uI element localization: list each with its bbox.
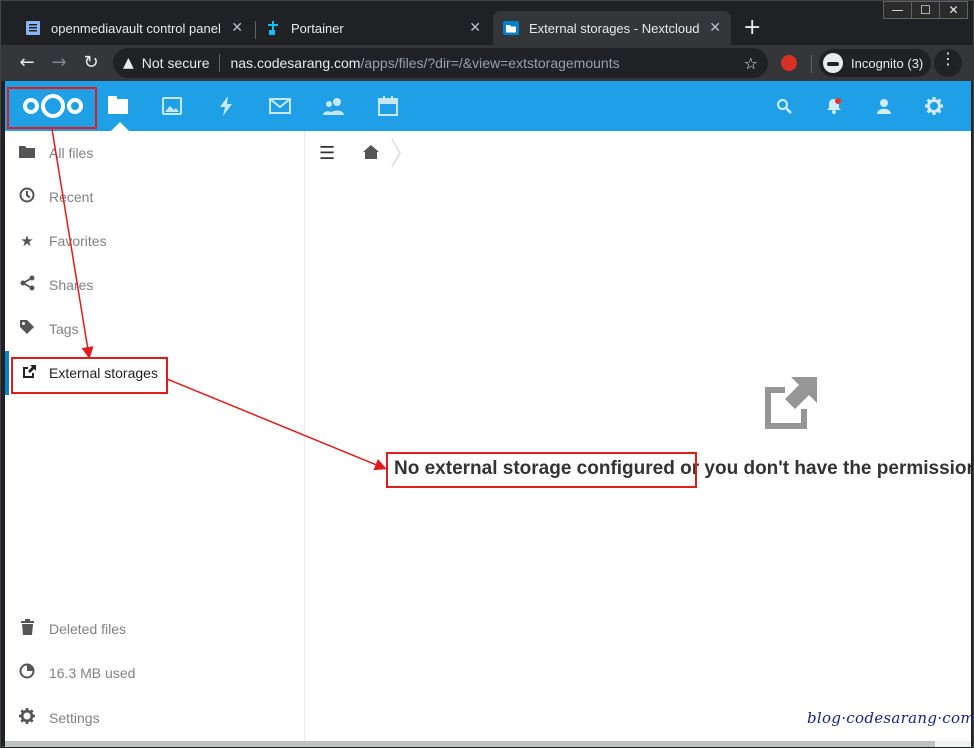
tab-label: External storages - Nextcloud (529, 20, 700, 36)
nextcloud-header (5, 81, 971, 131)
close-tab-icon[interactable]: ✕ (231, 20, 243, 36)
warning-icon[interactable]: ▲ (123, 55, 134, 71)
sidebar-item-label: All files (49, 145, 94, 161)
logo-ring (41, 94, 65, 118)
sidebar-item-shares[interactable]: Shares (5, 263, 304, 307)
photos-app-icon[interactable] (161, 95, 183, 117)
contacts-app-icon[interactable] (323, 95, 345, 117)
breadcrumb-chevron-icon (391, 139, 401, 167)
notification-dot (835, 98, 841, 104)
sidebar-item-favorites[interactable]: ★ Favorites (5, 219, 304, 263)
omnibox-divider (219, 54, 221, 72)
files-content: ☰ No external storage configured or you … (305, 131, 971, 741)
nextcloud-logo[interactable] (13, 90, 93, 122)
sidebar-item-recent[interactable]: Recent (5, 175, 304, 219)
folder-icon (5, 144, 49, 162)
toolbar-divider (811, 55, 812, 73)
tab-label: openmediavault control panel - c (51, 20, 226, 36)
mail-app-icon[interactable] (269, 95, 291, 117)
sidebar-item-label: Deleted files (49, 621, 127, 637)
sidebar-item-label: Tags (49, 321, 79, 337)
pie-chart-icon (5, 663, 49, 683)
back-button[interactable]: ← (13, 49, 41, 77)
active-app-indicator (111, 122, 129, 131)
sidebar-item-label: Favorites (49, 233, 107, 249)
close-tab-icon[interactable]: ✕ (469, 20, 481, 36)
star-icon: ★ (20, 232, 34, 250)
tab-openmediavault[interactable]: openmediavault control panel - c ✕ (15, 11, 253, 45)
empty-state-rest: or you don't have the permission to conf… (680, 458, 971, 479)
trash-icon (5, 619, 49, 639)
activity-app-icon[interactable] (215, 95, 237, 117)
search-icon[interactable] (773, 95, 795, 117)
incognito-badge[interactable]: Incognito (3) (819, 49, 932, 77)
contacts-menu-icon[interactable] (873, 95, 895, 117)
sidebar-item-label: External storages (49, 365, 158, 381)
tab-label: Portainer (291, 20, 344, 36)
tag-icon (5, 319, 49, 339)
tab-portainer[interactable]: Portainer ✕ (255, 11, 491, 45)
sidebar-item-external-storages[interactable]: External storages (5, 351, 304, 395)
share-icon (5, 275, 49, 295)
files-sidebar: All files Recent ★ Favorites Shares Tags (5, 131, 305, 741)
settings-gear-icon[interactable] (923, 95, 945, 117)
watermark: blog·codesarang·com (807, 709, 974, 727)
empty-state-highlight: No external storage configured (394, 458, 675, 479)
scrollbar-thumb[interactable] (5, 741, 935, 747)
url-host[interactable]: nas.codesarang.com (230, 55, 360, 71)
reload-button[interactable]: ↻ (77, 49, 105, 77)
close-tab-icon[interactable]: ✕ (709, 20, 721, 36)
sidebar-item-deleted-files[interactable]: Deleted files (5, 607, 304, 651)
external-storage-empty-icon (765, 377, 817, 429)
sidebar-item-settings[interactable]: Settings (5, 696, 304, 740)
files-app-icon[interactable] (107, 95, 129, 117)
external-link-icon (9, 364, 49, 383)
folder-icon (503, 21, 519, 35)
empty-state-message: No external storage configured or you do… (394, 458, 971, 480)
portainer-icon (268, 21, 278, 35)
bookmark-star-icon[interactable]: ☆ (744, 54, 758, 73)
url-path[interactable]: /apps/files/?dir=/&view=extstoragemounts (360, 55, 619, 71)
tab-nextcloud[interactable]: External storages - Nextcloud ✕ (493, 11, 731, 45)
sidebar-item-label: Recent (49, 189, 94, 205)
incognito-label: Incognito (3) (851, 55, 924, 71)
tab-strip: openmediavault control panel - c ✕ Porta… (1, 7, 974, 45)
sidebar-item-label: Settings (49, 710, 100, 726)
new-tab-button[interactable]: + (743, 15, 761, 40)
gear-icon (5, 708, 49, 728)
document-icon (26, 21, 40, 35)
extension-icon[interactable] (781, 55, 797, 71)
calendar-app-icon[interactable] (377, 95, 399, 117)
sidebar-item-label: Shares (49, 277, 94, 293)
browser-menu-icon[interactable]: ⋮ (934, 49, 962, 77)
home-icon[interactable] (363, 145, 379, 159)
hamburger-menu-icon[interactable]: ☰ (319, 143, 335, 164)
logo-ring (67, 98, 83, 114)
sidebar-item-all-files[interactable]: All files (5, 131, 304, 175)
notifications-bell-icon[interactable] (823, 95, 845, 117)
logo-ring (23, 98, 39, 114)
security-label[interactable]: Not secure (142, 55, 210, 71)
incognito-icon (823, 53, 843, 73)
browser-window: — ☐ ✕ openmediavault control panel - c ✕… (0, 0, 974, 747)
address-bar[interactable]: ▲ Not secure nas.codesarang.com/apps/fil… (113, 48, 768, 78)
browser-toolbar: ← → ↻ ▲ Not secure nas.codesarang.com/ap… (1, 45, 974, 81)
clock-icon (5, 187, 49, 207)
storage-quota[interactable]: 16.3 MB used (5, 651, 304, 695)
sidebar-item-tags[interactable]: Tags (5, 307, 304, 351)
quota-label: 16.3 MB used (49, 665, 136, 681)
breadcrumb: ☰ (305, 131, 971, 175)
forward-button[interactable]: → (45, 49, 73, 77)
horizontal-scrollbar[interactable] (5, 741, 971, 747)
